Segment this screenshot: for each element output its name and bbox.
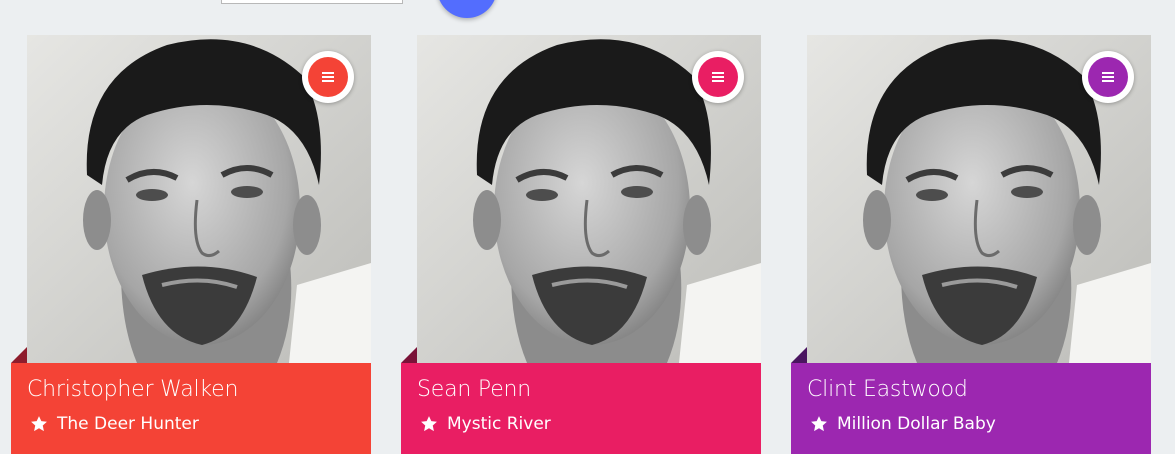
actor-name: Clint Eastwood <box>807 377 968 402</box>
card-fold <box>11 347 27 363</box>
menu-icon <box>322 71 334 83</box>
actor-card: Christopher Walken The Deer Hunter <box>11 35 371 454</box>
movie-title: The Deer Hunter <box>57 414 199 434</box>
card-menu-button[interactable] <box>302 51 354 103</box>
star-icon <box>31 416 47 432</box>
star-icon <box>811 416 827 432</box>
floating-action-button[interactable] <box>437 0 497 18</box>
movie-row: The Deer Hunter <box>27 412 371 436</box>
star-icon <box>421 416 437 432</box>
card-info: Sean Penn Mystic River <box>401 363 761 454</box>
card-menu-button[interactable] <box>1082 51 1134 103</box>
movie-title: Million Dollar Baby <box>837 414 996 434</box>
movie-title: Mystic River <box>447 414 551 434</box>
card-info: Clint Eastwood Million Dollar Baby <box>791 363 1151 454</box>
search-input[interactable] <box>221 0 403 4</box>
actor-card: Clint Eastwood Million Dollar Baby <box>791 35 1151 454</box>
card-menu-button[interactable] <box>692 51 744 103</box>
actor-card: Sean Penn Mystic River <box>401 35 761 454</box>
actor-name: Sean Penn <box>417 377 532 402</box>
card-fold <box>791 347 807 363</box>
actor-name: Christopher Walken <box>27 377 239 402</box>
movie-row: Million Dollar Baby <box>807 412 1151 436</box>
card-info: Christopher Walken The Deer Hunter <box>11 363 371 454</box>
movie-row: Mystic River <box>417 412 761 436</box>
menu-icon <box>1102 71 1114 83</box>
menu-icon <box>712 71 724 83</box>
card-fold <box>401 347 417 363</box>
